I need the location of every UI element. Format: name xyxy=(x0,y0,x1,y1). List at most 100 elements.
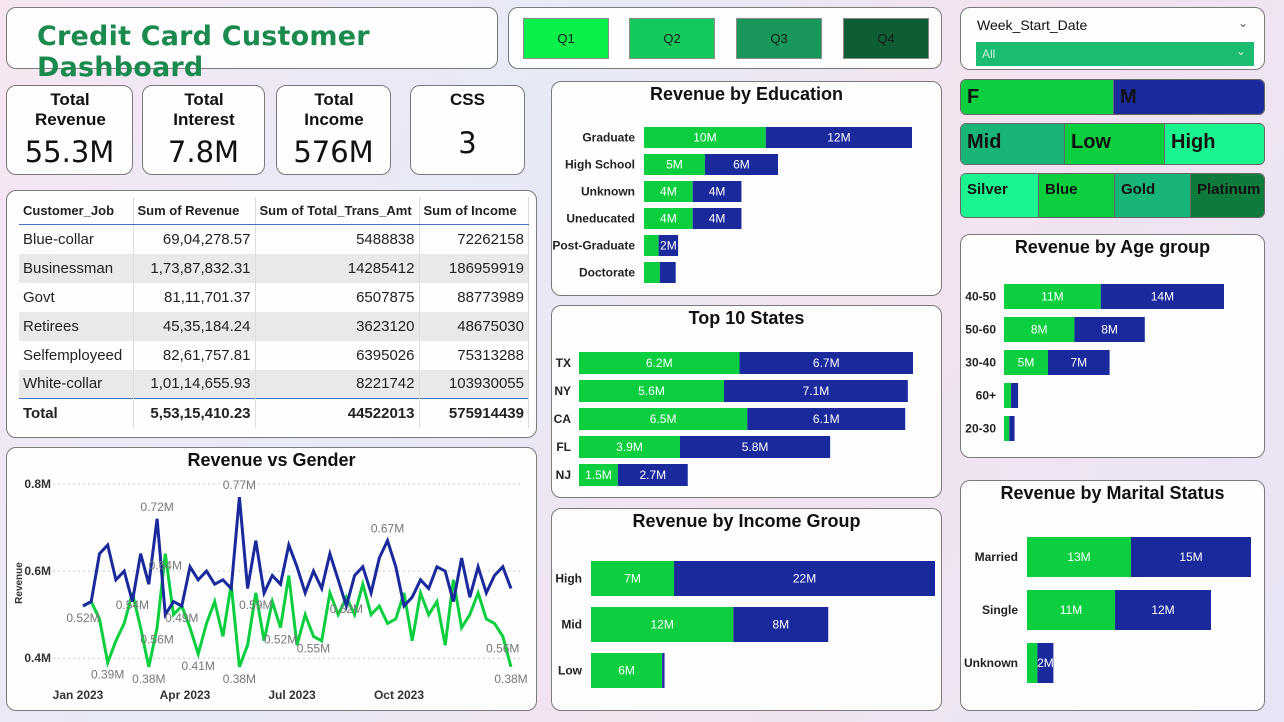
table-row[interactable]: Retirees 45,35,184.24 3623120 48675030 xyxy=(19,311,529,341)
category-label: TX xyxy=(556,356,571,370)
table-row[interactable]: Businessman 1,73,87,832.31 14285412 1869… xyxy=(19,253,529,283)
category-label: Post-Graduate xyxy=(552,239,635,253)
data-label: 6.2M xyxy=(646,356,673,370)
data-label: 4M xyxy=(709,185,726,199)
data-label: 0.72M xyxy=(140,500,173,514)
bar-segment xyxy=(644,235,659,256)
bar-segment xyxy=(1009,416,1015,441)
data-label: 6.1M xyxy=(813,412,840,426)
category-label: Married xyxy=(975,550,1018,564)
data-label: 7M xyxy=(1070,356,1087,370)
cell: White-collar xyxy=(19,369,134,399)
x-tick-label: Apr 2023 xyxy=(160,688,211,702)
data-label: 6.5M xyxy=(650,412,677,426)
quarter-button-q3[interactable]: Q3 xyxy=(736,18,822,59)
gender-option-m[interactable]: M xyxy=(1114,80,1264,114)
gender-option-f[interactable]: F xyxy=(961,80,1114,114)
cell: 6507875 xyxy=(255,282,420,312)
data-label: 6M xyxy=(618,664,635,678)
revenue-by-age-card: Revenue by Age group 40-50 11M 14M 50-60 8M 8… xyxy=(960,234,1265,458)
cell: 44522013 xyxy=(255,398,420,428)
revenue-by-income-card: Revenue by Income Group High 7M 22M Mid 12M 8… xyxy=(551,508,942,711)
income-option-mid[interactable]: Mid xyxy=(961,124,1065,164)
data-label: 7M xyxy=(624,572,641,586)
card-option-blue[interactable]: Blue xyxy=(1039,174,1115,217)
bar-segment xyxy=(1004,416,1010,441)
data-label: 2M xyxy=(1037,656,1054,670)
data-label: 0.39M xyxy=(91,668,124,682)
cell: 8221742 xyxy=(255,369,420,399)
cell: 6395026 xyxy=(255,340,420,370)
data-label: 6M xyxy=(733,158,750,172)
kpi-label: CSS xyxy=(450,90,485,109)
table-total-row: Total 5,53,15,410.23 44522013 575914439 xyxy=(19,398,529,428)
cell: Blue-collar xyxy=(19,224,134,254)
col-header[interactable]: Sum of Income xyxy=(419,197,529,225)
revenue-vs-gender-card: Revenue vs Gender 0.4M 0.6M 0.8M Revenue Jan… xyxy=(6,447,537,711)
kpi-label: Total Interest xyxy=(173,90,235,129)
data-label: 0.77M xyxy=(223,478,256,492)
data-label: 8M xyxy=(1101,323,1118,337)
data-label: 7.1M xyxy=(803,384,830,398)
data-label: 15M xyxy=(1179,550,1202,564)
gender-slicer: F M xyxy=(960,79,1265,115)
table-row[interactable]: Selfemployeed 82,61,757.81 6395026 75313… xyxy=(19,340,529,370)
category-label: Low xyxy=(558,664,583,678)
category-label: FL xyxy=(556,440,571,454)
income-slicer: Mid Low High xyxy=(960,123,1265,165)
chevron-down-icon[interactable]: ⌄ xyxy=(1238,16,1248,30)
top-states-card: Top 10 States TX 6.2M 6.7M NY 5.6M 7.1M CA 6.5M… xyxy=(551,305,942,498)
bar-segment xyxy=(644,262,660,283)
card-option-silver[interactable]: Silver xyxy=(961,174,1039,217)
kpi-label: Total Revenue xyxy=(35,90,106,129)
data-label: 12M xyxy=(651,618,674,632)
data-label: 8M xyxy=(772,618,789,632)
bar-segment xyxy=(1027,643,1038,683)
dashboard-title: Credit Card Customer Dashboard xyxy=(37,21,370,83)
slicer-dropdown[interactable]: All ⌄ xyxy=(976,42,1254,66)
cell: Selfemployeed xyxy=(19,340,134,370)
table-row[interactable]: White-collar 1,01,14,655.93 8221742 1039… xyxy=(19,369,529,399)
kpi-total-interest: Total Interest 7.8M xyxy=(142,85,265,175)
col-header[interactable]: Customer_Job xyxy=(19,197,134,225)
income-chart: High 7M 22M Mid 12M 8M Low 6M xyxy=(555,561,935,688)
revenue-by-marital-card: Revenue by Marital Status Married 13M 15M S… xyxy=(960,480,1265,711)
revenue-vs-gender-chart: 0.4M 0.6M 0.8M Revenue Jan 2023 Apr 2023 Jul 2… xyxy=(14,477,528,702)
cell: Retirees xyxy=(19,311,134,341)
week-start-date-slicer[interactable]: Week_Start_Date ⌄ All ⌄ xyxy=(960,7,1265,70)
col-header[interactable]: Sum of Revenue xyxy=(133,197,256,225)
quarter-slicer: Q1 Q2 Q3 Q4 xyxy=(508,7,942,69)
data-label: 13M xyxy=(1067,550,1090,564)
data-label: 0.56M xyxy=(486,641,519,655)
data-label: 11M xyxy=(1041,290,1063,304)
cell: 3623120 xyxy=(255,311,420,341)
slicer-header: Week_Start_Date xyxy=(977,17,1088,33)
kpi-value: 3 xyxy=(458,126,477,160)
customer-job-table: Customer_Job Sum of Revenue Sum of Total… xyxy=(19,197,529,428)
table-row[interactable]: Blue-collar 69,04,278.57 5488838 7226215… xyxy=(19,224,529,254)
age-chart: 40-50 11M 14M 50-60 8M 8M 30-40 5M 7M 60+ 20-30 xyxy=(965,284,1224,441)
y-tick-label: 0.4M xyxy=(24,651,51,665)
category-label: Mid xyxy=(561,618,582,632)
category-label: 20-30 xyxy=(965,422,996,436)
bar-segment xyxy=(1004,383,1012,408)
quarter-button-q2[interactable]: Q2 xyxy=(629,18,715,59)
card-category-slicer: Silver Blue Gold Platinum xyxy=(960,173,1265,218)
data-label: 0.52M xyxy=(330,602,363,616)
quarter-button-q1[interactable]: Q1 xyxy=(523,18,609,59)
data-label: 0.38M xyxy=(223,672,256,686)
income-option-low[interactable]: Low xyxy=(1065,124,1165,164)
data-label: 6.7M xyxy=(813,356,840,370)
card-option-gold[interactable]: Gold xyxy=(1115,174,1191,217)
col-header[interactable]: Sum of Total_Trans_Amt xyxy=(255,197,420,225)
table-row[interactable]: Govt 81,11,701.37 6507875 88773989 xyxy=(19,282,529,312)
data-label: 12M xyxy=(827,131,850,145)
cell: 5,53,15,410.23 xyxy=(133,398,256,428)
category-label: Graduate xyxy=(582,131,635,145)
category-label: High xyxy=(555,572,582,586)
quarter-button-q4[interactable]: Q4 xyxy=(843,18,929,59)
income-option-high[interactable]: High xyxy=(1165,124,1264,164)
card-option-platinum[interactable]: Platinum xyxy=(1191,174,1264,217)
cell: Govt xyxy=(19,282,134,312)
cell: 88773989 xyxy=(419,282,529,312)
